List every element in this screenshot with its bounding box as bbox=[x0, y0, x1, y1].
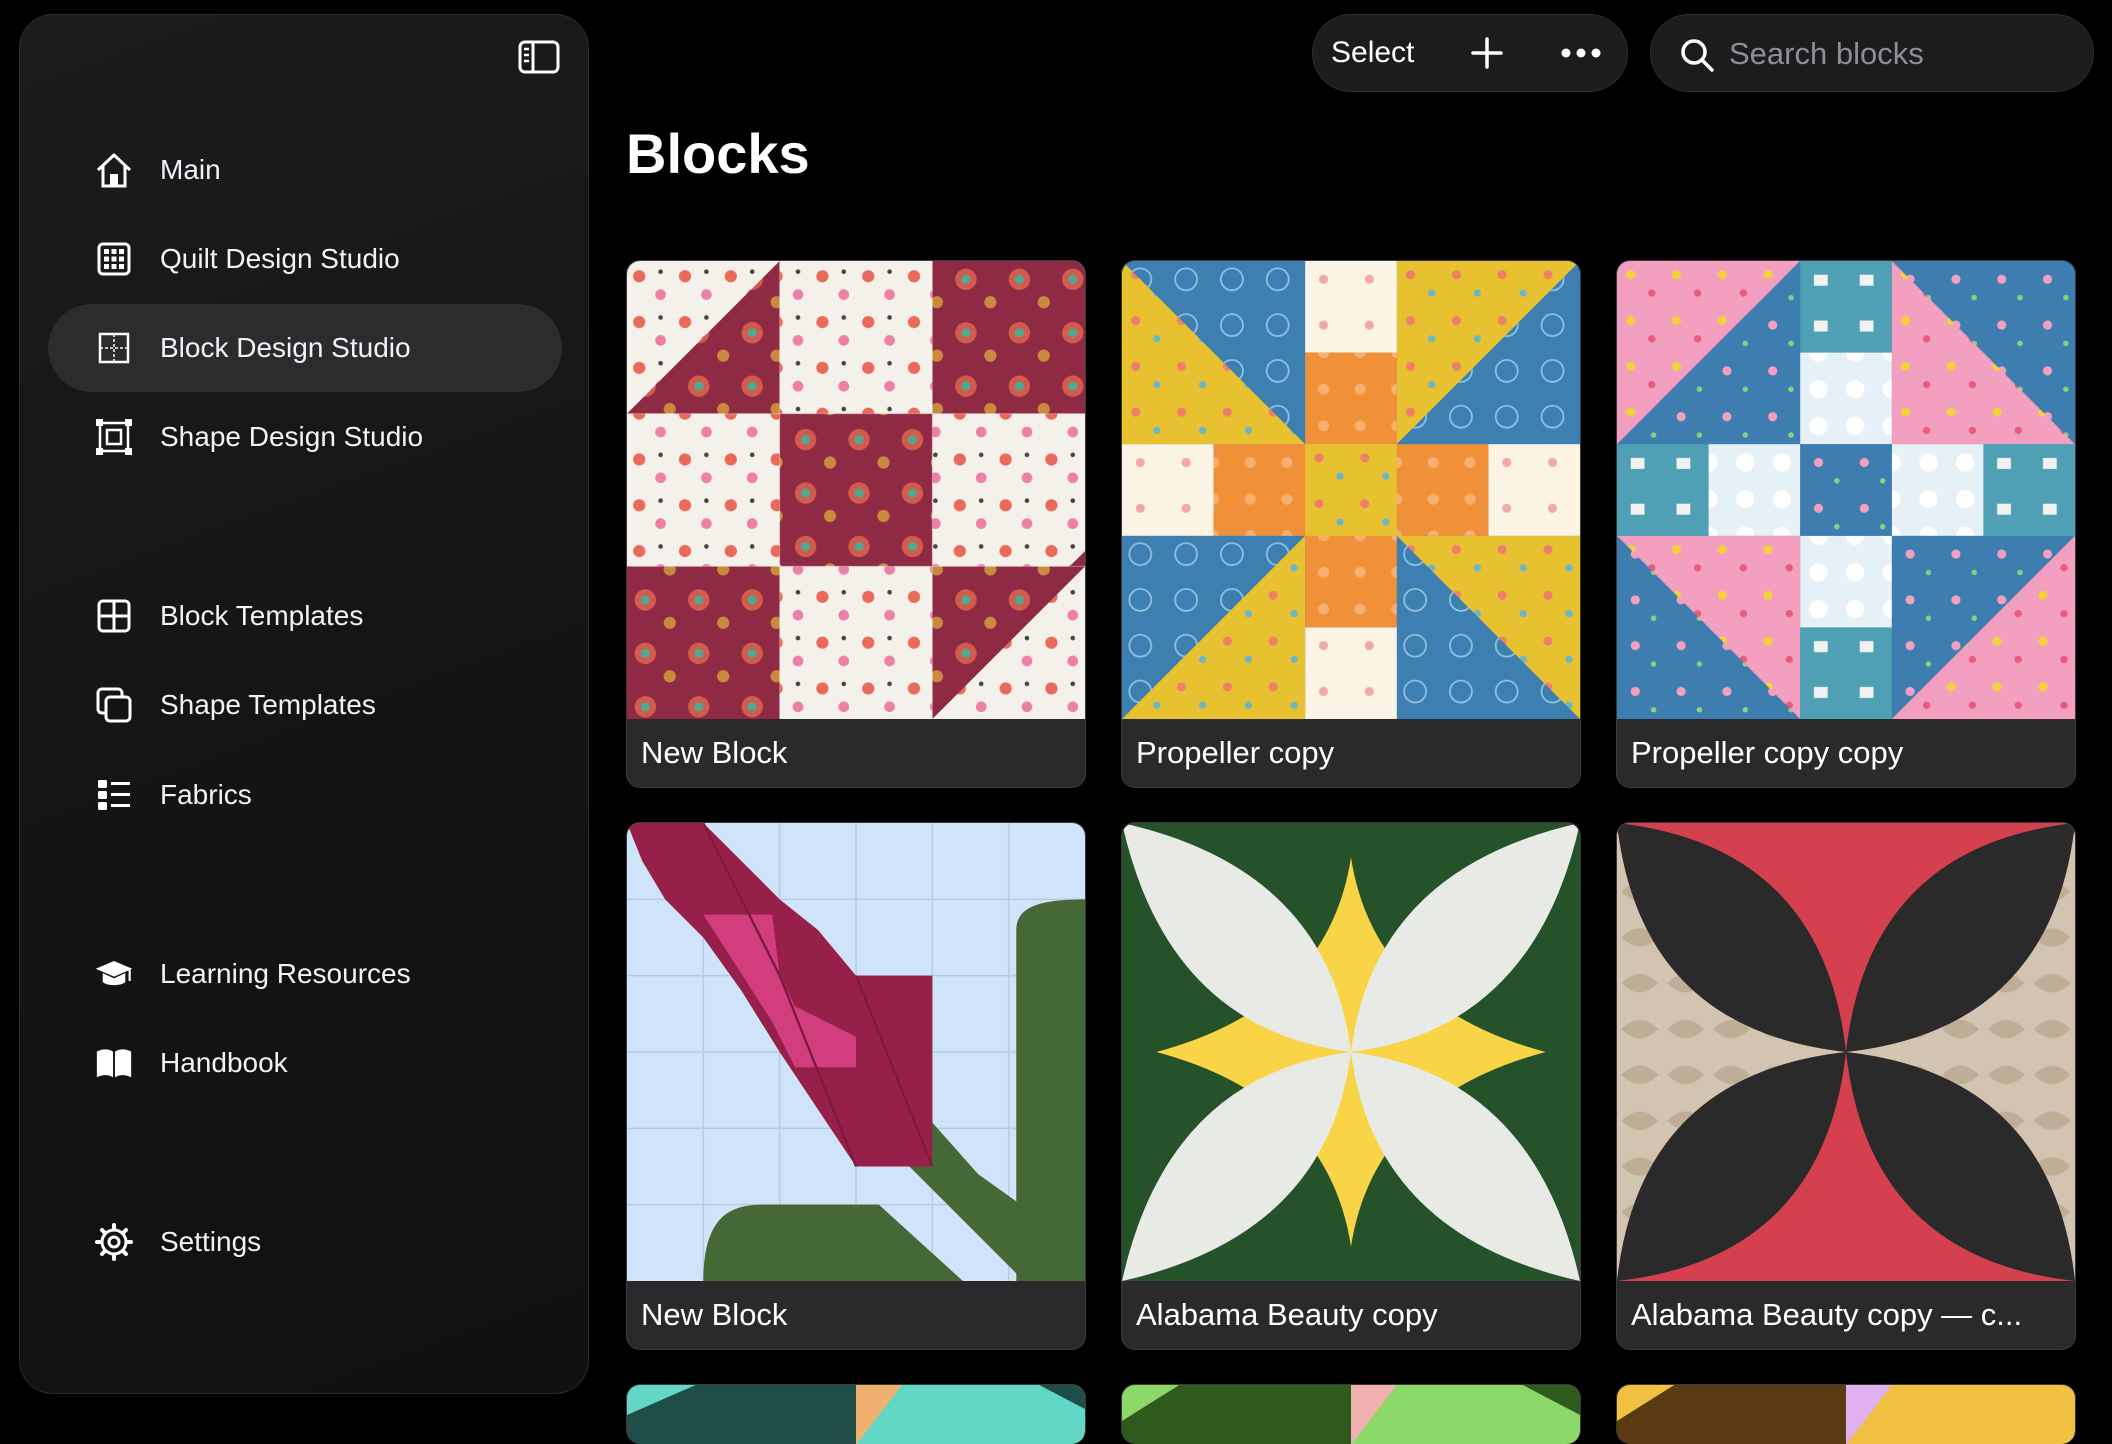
select-button[interactable]: Select bbox=[1331, 15, 1414, 91]
block-card[interactable]: New Block bbox=[626, 822, 1086, 1350]
block-thumbnail bbox=[627, 1385, 1085, 1444]
block-card[interactable]: Alabama Beauty copy bbox=[1121, 822, 1581, 1350]
sidebar-item-label: Block Templates bbox=[160, 600, 364, 631]
block-thumbnail bbox=[1122, 1385, 1580, 1444]
block-name: New Block bbox=[641, 735, 788, 770]
sidebar-toggle-icon bbox=[518, 40, 560, 74]
plus-icon bbox=[1471, 37, 1503, 69]
sidebar-item-handbook[interactable]: Handbook bbox=[48, 1019, 562, 1107]
sidebar-item-label: Handbook bbox=[160, 1047, 288, 1078]
block-card[interactable] bbox=[1121, 1384, 1581, 1444]
grid-icon bbox=[94, 239, 134, 279]
sidebar-item-label: Shape Templates bbox=[160, 689, 376, 720]
sidebar-item-settings[interactable]: Settings bbox=[48, 1198, 562, 1286]
sidebar-item-label: Learning Resources bbox=[160, 958, 411, 989]
more-button[interactable] bbox=[1557, 33, 1605, 73]
sidebar-item-quilt-design-studio[interactable]: Quilt Design Studio bbox=[48, 215, 562, 303]
block-card[interactable]: Propeller copy copy bbox=[1616, 260, 2076, 788]
sidebar-item-block-design-studio[interactable]: Block Design Studio bbox=[48, 304, 562, 392]
sidebar: Main Quilt Design Studio Block Design St… bbox=[19, 14, 589, 1394]
sidebar-item-label: Shape Design Studio bbox=[160, 421, 424, 452]
sidebar-toggle-button[interactable] bbox=[514, 37, 564, 77]
search-icon bbox=[1681, 39, 1714, 72]
block-thumbnail bbox=[1617, 823, 2075, 1281]
block-thumbnail bbox=[627, 261, 1085, 719]
sidebar-item-learning-resources[interactable]: Learning Resources bbox=[48, 930, 562, 1018]
list-icon bbox=[94, 775, 134, 815]
block-thumbnail bbox=[627, 823, 1085, 1281]
book-icon bbox=[94, 1043, 134, 1083]
gear-icon bbox=[94, 1222, 134, 1262]
block-name: New Block bbox=[641, 1297, 788, 1332]
sidebar-item-label: Main bbox=[160, 154, 221, 185]
block-templates-icon bbox=[94, 596, 134, 636]
shape-templates-icon bbox=[94, 685, 134, 725]
block-name: Alabama Beauty copy bbox=[1136, 1297, 1438, 1332]
page-title: Blocks bbox=[626, 122, 810, 185]
block-card[interactable] bbox=[626, 1384, 1086, 1444]
block-name: Alabama Beauty copy — c... bbox=[1631, 1297, 2023, 1332]
sidebar-item-shape-templates[interactable]: Shape Templates bbox=[48, 661, 562, 749]
shape-design-icon bbox=[94, 417, 134, 457]
sidebar-item-main[interactable]: Main bbox=[48, 126, 562, 214]
sidebar-item-label: Block Design Studio bbox=[160, 332, 411, 363]
block-card[interactable]: Alabama Beauty copy — c... bbox=[1616, 822, 2076, 1350]
search-bar[interactable] bbox=[1650, 14, 2094, 93]
block-thumbnail bbox=[1122, 261, 1580, 719]
block-name: Propeller copy bbox=[1136, 735, 1335, 770]
toolbar-group: Select bbox=[1312, 14, 1628, 92]
block-thumbnail bbox=[1122, 823, 1580, 1281]
block-card[interactable] bbox=[1616, 1384, 2076, 1444]
sidebar-item-block-templates[interactable]: Block Templates bbox=[48, 572, 562, 660]
sidebar-item-shape-design-studio[interactable]: Shape Design Studio bbox=[48, 393, 562, 481]
block-design-icon bbox=[94, 328, 134, 368]
sidebar-item-fabrics[interactable]: Fabrics bbox=[48, 751, 562, 839]
block-card[interactable]: Propeller copy bbox=[1121, 260, 1581, 788]
block-thumbnail bbox=[1617, 1385, 2075, 1444]
block-name: Propeller copy copy bbox=[1631, 735, 1904, 770]
sidebar-item-label: Settings bbox=[160, 1226, 262, 1257]
add-button[interactable] bbox=[1467, 33, 1507, 73]
house-icon bbox=[94, 150, 134, 190]
search-input[interactable] bbox=[1727, 15, 2071, 93]
graduation-cap-icon bbox=[94, 954, 134, 994]
ellipsis-icon bbox=[1561, 48, 1601, 58]
block-thumbnail bbox=[1617, 261, 2075, 719]
sidebar-item-label: Quilt Design Studio bbox=[160, 243, 400, 274]
sidebar-item-label: Fabrics bbox=[160, 779, 252, 810]
block-card[interactable]: New Block bbox=[626, 260, 1086, 788]
